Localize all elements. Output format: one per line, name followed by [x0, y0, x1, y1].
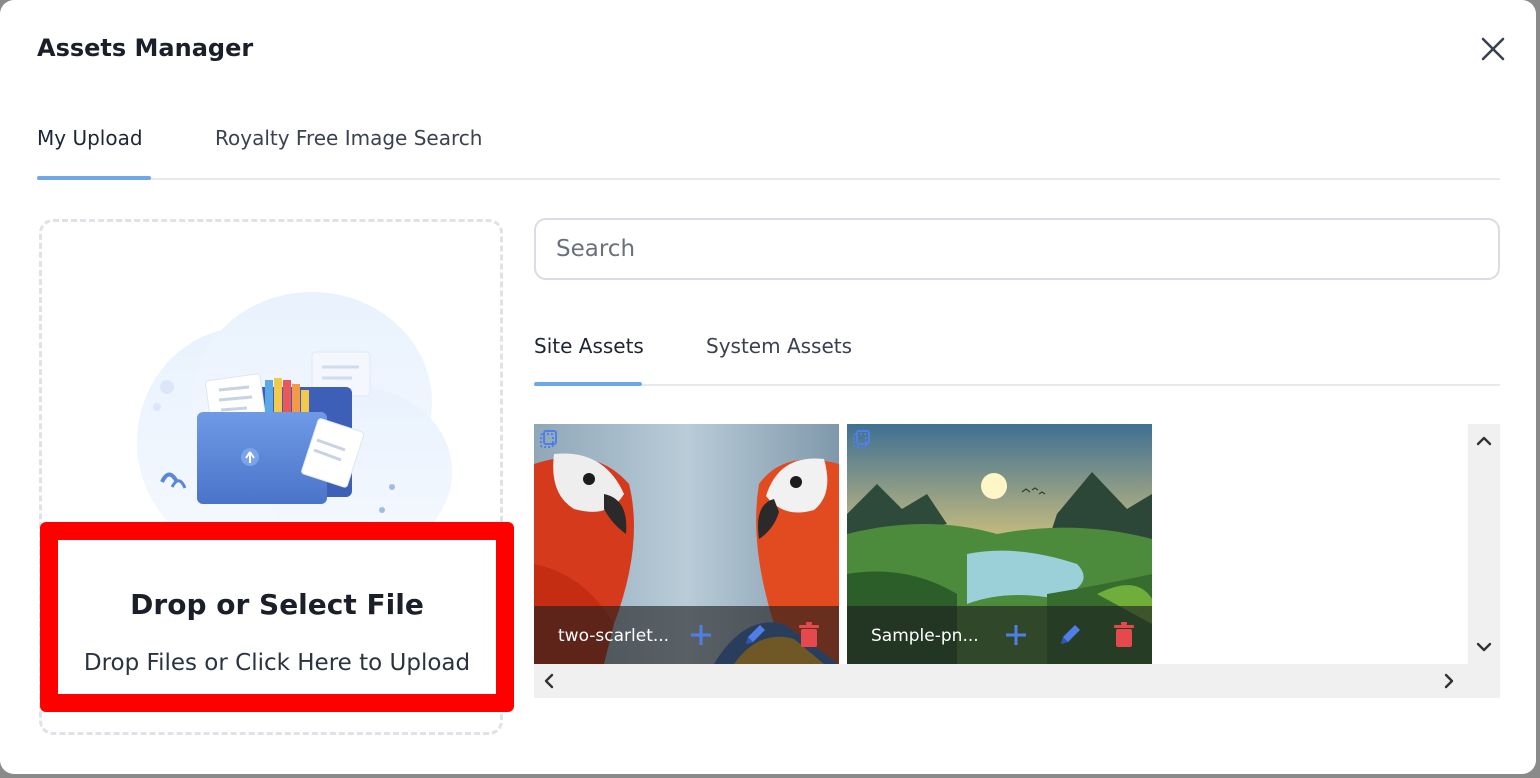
tab-site-assets[interactable]: Site Assets [534, 334, 644, 358]
pencil-icon[interactable] [740, 620, 770, 650]
tab-system-assets[interactable]: System Assets [706, 334, 852, 358]
tab-royalty-free-image-search[interactable]: Royalty Free Image Search [215, 126, 482, 150]
drop-subtitle: Drop Files or Click Here to Upload [83, 650, 471, 676]
trash-icon[interactable] [1109, 620, 1139, 650]
chevron-right-icon[interactable] [1438, 670, 1460, 692]
assets-grid: two-scarlet... Sample-pn... [534, 424, 1500, 698]
image-type-icon [540, 430, 557, 448]
trash-icon[interactable] [794, 620, 824, 650]
asset-source-tabs: Site Assets System Assets [534, 318, 1500, 386]
drop-or-select-file-area[interactable]: Drop or Select File Drop Files or Click … [40, 522, 514, 712]
vertical-scrollbar[interactable] [1468, 424, 1500, 664]
dialog-title: Assets Manager [37, 34, 254, 62]
chevron-left-icon[interactable] [538, 670, 560, 692]
assets-manager-dialog: Assets Manager My Upload Royalty Free Im… [0, 0, 1536, 774]
drop-title: Drop or Select File [130, 588, 424, 621]
plus-icon[interactable] [1001, 620, 1031, 650]
asset-card[interactable]: Sample-pn... [847, 424, 1152, 664]
asset-card[interactable]: two-scarlet... [534, 424, 839, 664]
asset-card-toolbar: two-scarlet... [534, 606, 839, 664]
chevron-up-icon[interactable] [1473, 430, 1495, 452]
active-subtab-indicator [534, 382, 642, 386]
image-type-icon [853, 430, 870, 448]
tab-my-upload[interactable]: My Upload [37, 126, 143, 150]
chevron-down-icon[interactable] [1473, 636, 1495, 658]
search-input[interactable] [534, 218, 1500, 280]
asset-name: two-scarlet... [558, 626, 670, 646]
main-tabs: My Upload Royalty Free Image Search [37, 108, 1500, 180]
active-tab-indicator [37, 176, 151, 180]
asset-name: Sample-pn... [871, 626, 979, 646]
pencil-icon[interactable] [1055, 620, 1085, 650]
asset-card-toolbar: Sample-pn... [847, 606, 1152, 664]
close-icon[interactable] [1474, 30, 1512, 68]
horizontal-scrollbar[interactable] [534, 664, 1500, 698]
plus-icon[interactable] [686, 620, 716, 650]
